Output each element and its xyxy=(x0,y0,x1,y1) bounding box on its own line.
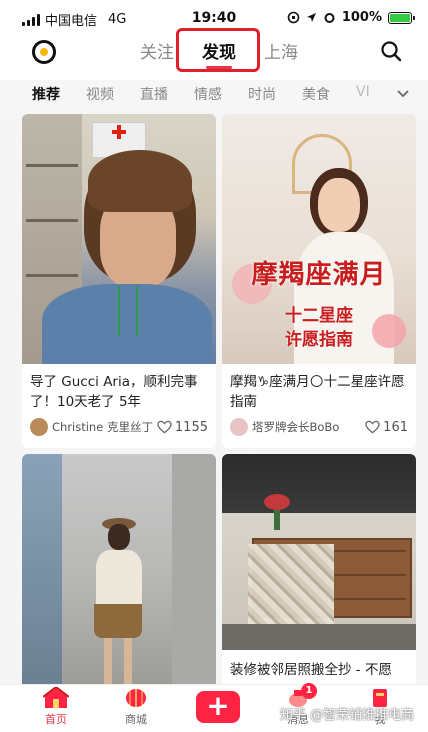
nav-home[interactable]: 首页 xyxy=(26,685,86,727)
lantern-icon xyxy=(123,687,149,709)
category-recommend[interactable]: 推荐 xyxy=(32,84,60,104)
cover-title-text: 摩羯座满月 xyxy=(251,260,387,290)
card-author[interactable]: 塔罗牌会长BoBo xyxy=(230,418,339,436)
feed-card[interactable] xyxy=(22,454,216,684)
nav-mall[interactable]: 商城 xyxy=(106,687,166,727)
tab-following[interactable]: 关注 xyxy=(140,38,174,63)
battery-icon xyxy=(388,11,415,24)
card-title: 摩羯♑座满月🌕十二星座许愿指南 xyxy=(230,374,405,410)
heart-icon xyxy=(365,420,380,434)
author-name: Christine 克里丝丁 xyxy=(52,420,153,434)
category-live[interactable]: 直播 xyxy=(140,84,168,104)
rotation-lock-icon xyxy=(287,11,300,24)
category-bar: 推荐 视频 直播 情感 时尚 美食 VI xyxy=(0,80,428,114)
category-vlog[interactable]: VI xyxy=(356,84,370,104)
category-fashion[interactable]: 时尚 xyxy=(248,84,276,104)
card-title: 装修被邻居照搬全抄 - 不愿 xyxy=(230,662,392,678)
like-count: 1155 xyxy=(174,419,208,435)
feed-card[interactable]: 摩羯座满月 十二星座 许愿指南 摩羯♑座满月🌕十二星座许愿指南 塔罗牌会长BoB… xyxy=(222,114,416,448)
battery-percent: 100% xyxy=(341,10,382,25)
card-title: 导了 Gucci Aria，顺利完事了！10天老了 5年 xyxy=(30,374,198,410)
alarm-icon xyxy=(324,13,335,23)
watermark: 知乎 @智荣铺推推电商 xyxy=(280,708,415,723)
category-list: 推荐 视频 直播 情感 时尚 美食 VI xyxy=(32,84,370,104)
like-count: 161 xyxy=(383,419,408,435)
author-name: 塔罗牌会长BoBo xyxy=(252,420,340,434)
add-post-button[interactable]: + xyxy=(196,691,240,723)
nav-label: 商城 xyxy=(125,713,147,726)
card-cover-image xyxy=(22,454,216,684)
feed-card[interactable]: 导了 Gucci Aria，顺利完事了！10天老了 5年 Christine 克… xyxy=(22,114,216,448)
location-icon xyxy=(306,13,316,22)
category-video[interactable]: 视频 xyxy=(86,84,114,104)
top-nav: 关注 发现 上海 xyxy=(0,28,428,80)
like-button[interactable]: 1155 xyxy=(157,420,208,435)
feed-grid: 导了 Gucci Aria，顺利完事了！10天老了 5年 Christine 克… xyxy=(0,114,428,684)
card-cover-image: 摩羯座满月 十二星座 许愿指南 xyxy=(222,114,416,364)
chevron-down-icon[interactable] xyxy=(392,84,414,106)
avatar xyxy=(230,418,248,436)
card-author[interactable]: Christine 克里丝丁 xyxy=(30,418,153,436)
nav-label: 首页 xyxy=(45,713,67,726)
battery-fill xyxy=(390,13,410,22)
tab-local[interactable]: 上海 xyxy=(264,38,298,63)
category-food[interactable]: 美食 xyxy=(302,84,330,104)
highlight-annotation-box xyxy=(176,28,260,72)
status-right: 100% xyxy=(287,10,415,25)
card-cover-image xyxy=(22,114,216,364)
card-cover-image xyxy=(222,454,416,650)
cover-subtitle-text: 十二星座 许愿指南 xyxy=(285,306,353,350)
heart-icon xyxy=(157,420,172,434)
search-icon[interactable] xyxy=(380,40,402,62)
avatar xyxy=(30,418,48,436)
message-badge: 1 xyxy=(301,683,317,699)
category-emotion[interactable]: 情感 xyxy=(194,84,222,104)
card-meta: Christine 克里丝丁 1155 xyxy=(22,412,216,436)
camera-logo-icon[interactable] xyxy=(32,40,56,64)
feed-card[interactable]: 装修被邻居照搬全抄 - 不愿 xyxy=(222,454,416,684)
like-button[interactable]: 161 xyxy=(365,420,408,435)
home-icon xyxy=(42,685,70,709)
card-meta: 塔罗牌会长BoBo 161 xyxy=(222,412,416,436)
